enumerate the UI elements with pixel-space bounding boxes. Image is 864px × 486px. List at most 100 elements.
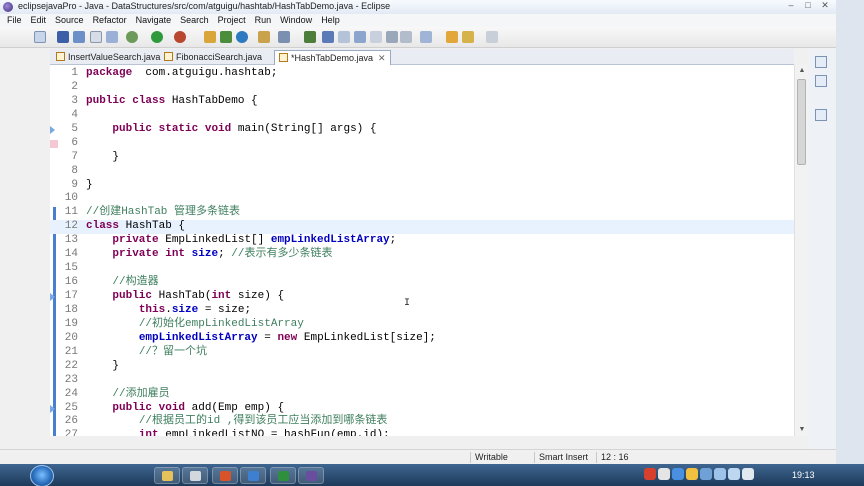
code-line[interactable]: 11 //创建HashTab 管理多条链表 xyxy=(50,206,794,220)
tray-volume-icon[interactable] xyxy=(714,468,726,480)
task-list-icon[interactable] xyxy=(815,75,827,87)
tray-flag-icon[interactable] xyxy=(700,468,712,480)
code-line[interactable]: 1 package com.atguigu.hashtab; xyxy=(50,67,794,81)
code-editor[interactable]: 1 package com.atguigu.hashtab; 2 3 public cl… xyxy=(50,65,794,436)
new-package-icon[interactable] xyxy=(220,31,232,43)
tray-display-icon[interactable] xyxy=(728,468,740,480)
code-line[interactable]: 27 int empLinkedListNO = hashFun(emp.id)… xyxy=(50,429,794,436)
new-class-icon[interactable] xyxy=(236,31,248,43)
code-line[interactable]: 2 xyxy=(50,81,794,95)
code-line[interactable]: 5 public static void main(String[] args)… xyxy=(50,123,794,137)
taskbar-excel[interactable] xyxy=(270,467,296,484)
code-line[interactable]: 8 xyxy=(50,165,794,179)
menu-window[interactable]: Window xyxy=(276,14,317,27)
taskbar-eclipse[interactable] xyxy=(298,467,324,484)
code-line[interactable]: 3 public class HashTabDemo { xyxy=(50,95,794,109)
code-line[interactable]: 14 private int size; //表示有多少条链表 xyxy=(50,248,794,262)
code-text: private EmpLinkedList[] empLinkedListArr… xyxy=(86,234,396,248)
menu-navigate[interactable]: Navigate xyxy=(132,14,177,27)
code-line[interactable]: 18 this.size = size; xyxy=(50,304,794,318)
menu-help[interactable]: Help xyxy=(317,14,345,27)
tray-app-icon[interactable] xyxy=(644,468,656,480)
code-line[interactable]: 22 } xyxy=(50,360,794,374)
code-line[interactable]: 6 xyxy=(50,137,794,151)
tab-hashtabdemo[interactable]: *HashTabDemo.java ✕ xyxy=(274,50,391,65)
menu-run[interactable]: Run xyxy=(251,14,277,27)
code-line[interactable]: 10 xyxy=(50,192,794,206)
next-annotation-icon[interactable] xyxy=(400,31,412,43)
code-line[interactable]: 19 //初始化empLinkedListArray xyxy=(50,318,794,332)
menu-project[interactable]: Project xyxy=(214,14,251,27)
menu-search[interactable]: Search xyxy=(176,14,214,27)
debug-icon[interactable] xyxy=(126,31,138,43)
new-icon[interactable] xyxy=(34,31,46,43)
scroll-down-icon[interactable]: ▼ xyxy=(795,424,809,436)
tray-network-icon[interactable] xyxy=(672,468,684,480)
open-type-icon[interactable] xyxy=(106,31,118,43)
taskbar-word[interactable] xyxy=(240,467,266,484)
override-marker-icon[interactable] xyxy=(50,125,55,134)
pin-icon[interactable] xyxy=(386,31,398,43)
code-line[interactable]: 9} xyxy=(50,179,794,193)
back-icon[interactable] xyxy=(462,31,474,43)
close-button[interactable]: ✕ xyxy=(818,0,832,11)
print-icon[interactable] xyxy=(90,31,102,43)
menu-source[interactable]: Source xyxy=(51,14,89,27)
tab-fibonaccisearch[interactable]: FibonacciSearch.java xyxy=(160,50,266,65)
external-tools-icon[interactable] xyxy=(174,31,186,43)
code-line[interactable]: 26 //根据员工的id ,得到该员工应当添加到哪条链表 xyxy=(50,415,794,429)
show-whitespace-icon[interactable] xyxy=(370,31,382,43)
code-line[interactable]: 7 } xyxy=(50,151,794,165)
editor-scrollbar[interactable]: ▲ ▼ xyxy=(794,65,808,436)
code-line[interactable]: 15 xyxy=(50,262,794,276)
toggle-mark-icon[interactable] xyxy=(304,31,316,43)
override-marker-icon[interactable] xyxy=(50,404,55,413)
outline-view-icon[interactable] xyxy=(815,56,827,68)
whitespace-icon[interactable] xyxy=(338,31,350,43)
menu-refactor[interactable]: Refactor xyxy=(89,14,132,27)
code-line[interactable]: 16 //构造器 xyxy=(50,276,794,290)
run-icon[interactable] xyxy=(151,31,163,43)
taskbar-powerpoint[interactable] xyxy=(212,467,238,484)
taskbar-explorer[interactable] xyxy=(154,467,180,484)
close-tab-icon[interactable]: ✕ xyxy=(378,53,386,63)
taskbar-app-gray[interactable] xyxy=(182,467,208,484)
code-line[interactable]: 25 public void add(Emp emp) { xyxy=(50,402,794,416)
last-edit-icon[interactable] xyxy=(446,31,458,43)
forward-icon[interactable] xyxy=(486,31,498,43)
override-marker-icon[interactable] xyxy=(50,293,55,301)
code-line[interactable]: 12 class HashTab { xyxy=(50,220,794,235)
scroll-thumb[interactable] xyxy=(797,79,806,165)
text-cursor-icon: I xyxy=(404,298,411,309)
menu-file[interactable]: File xyxy=(3,14,27,27)
breakpoint-marker-icon[interactable] xyxy=(50,139,58,148)
tray-update-icon[interactable] xyxy=(686,468,698,480)
code-line[interactable]: 17 public HashTab(int size) { xyxy=(50,290,794,304)
tray-power-icon[interactable] xyxy=(742,468,754,480)
scroll-up-icon[interactable]: ▲ xyxy=(795,65,809,77)
code-line[interactable]: 4 xyxy=(50,109,794,123)
prev-annotation-icon[interactable] xyxy=(420,31,432,43)
maximize-button[interactable]: □ xyxy=(801,0,815,11)
menu-edit[interactable]: Edit xyxy=(27,14,52,27)
minimize-button[interactable]: – xyxy=(784,0,798,11)
code-line[interactable]: 21 //？留一个坑 xyxy=(50,346,794,360)
annotation-icon[interactable] xyxy=(322,31,334,43)
search-icon[interactable] xyxy=(278,31,290,43)
save-all-icon[interactable] xyxy=(73,31,85,43)
code-line[interactable]: 24 //添加雇员 xyxy=(50,388,794,402)
console-view-icon[interactable] xyxy=(815,109,827,121)
code-text: } xyxy=(86,179,93,193)
code-line[interactable]: 13 private EmpLinkedList[] empLinkedList… xyxy=(50,234,794,248)
start-button[interactable] xyxy=(30,465,54,486)
code-line[interactable]: 20 empLinkedListArray = new EmpLinkedLis… xyxy=(50,332,794,346)
tab-insertvaluesearch[interactable]: InsertValueSearch.java xyxy=(52,50,164,65)
open-folder-icon[interactable] xyxy=(258,31,270,43)
new-java-project-icon[interactable] xyxy=(204,31,216,43)
block-selection-icon[interactable] xyxy=(354,31,366,43)
save-icon[interactable] xyxy=(57,31,69,43)
code-line[interactable]: 23 xyxy=(50,374,794,388)
tray-keyboard-icon[interactable] xyxy=(658,468,670,480)
